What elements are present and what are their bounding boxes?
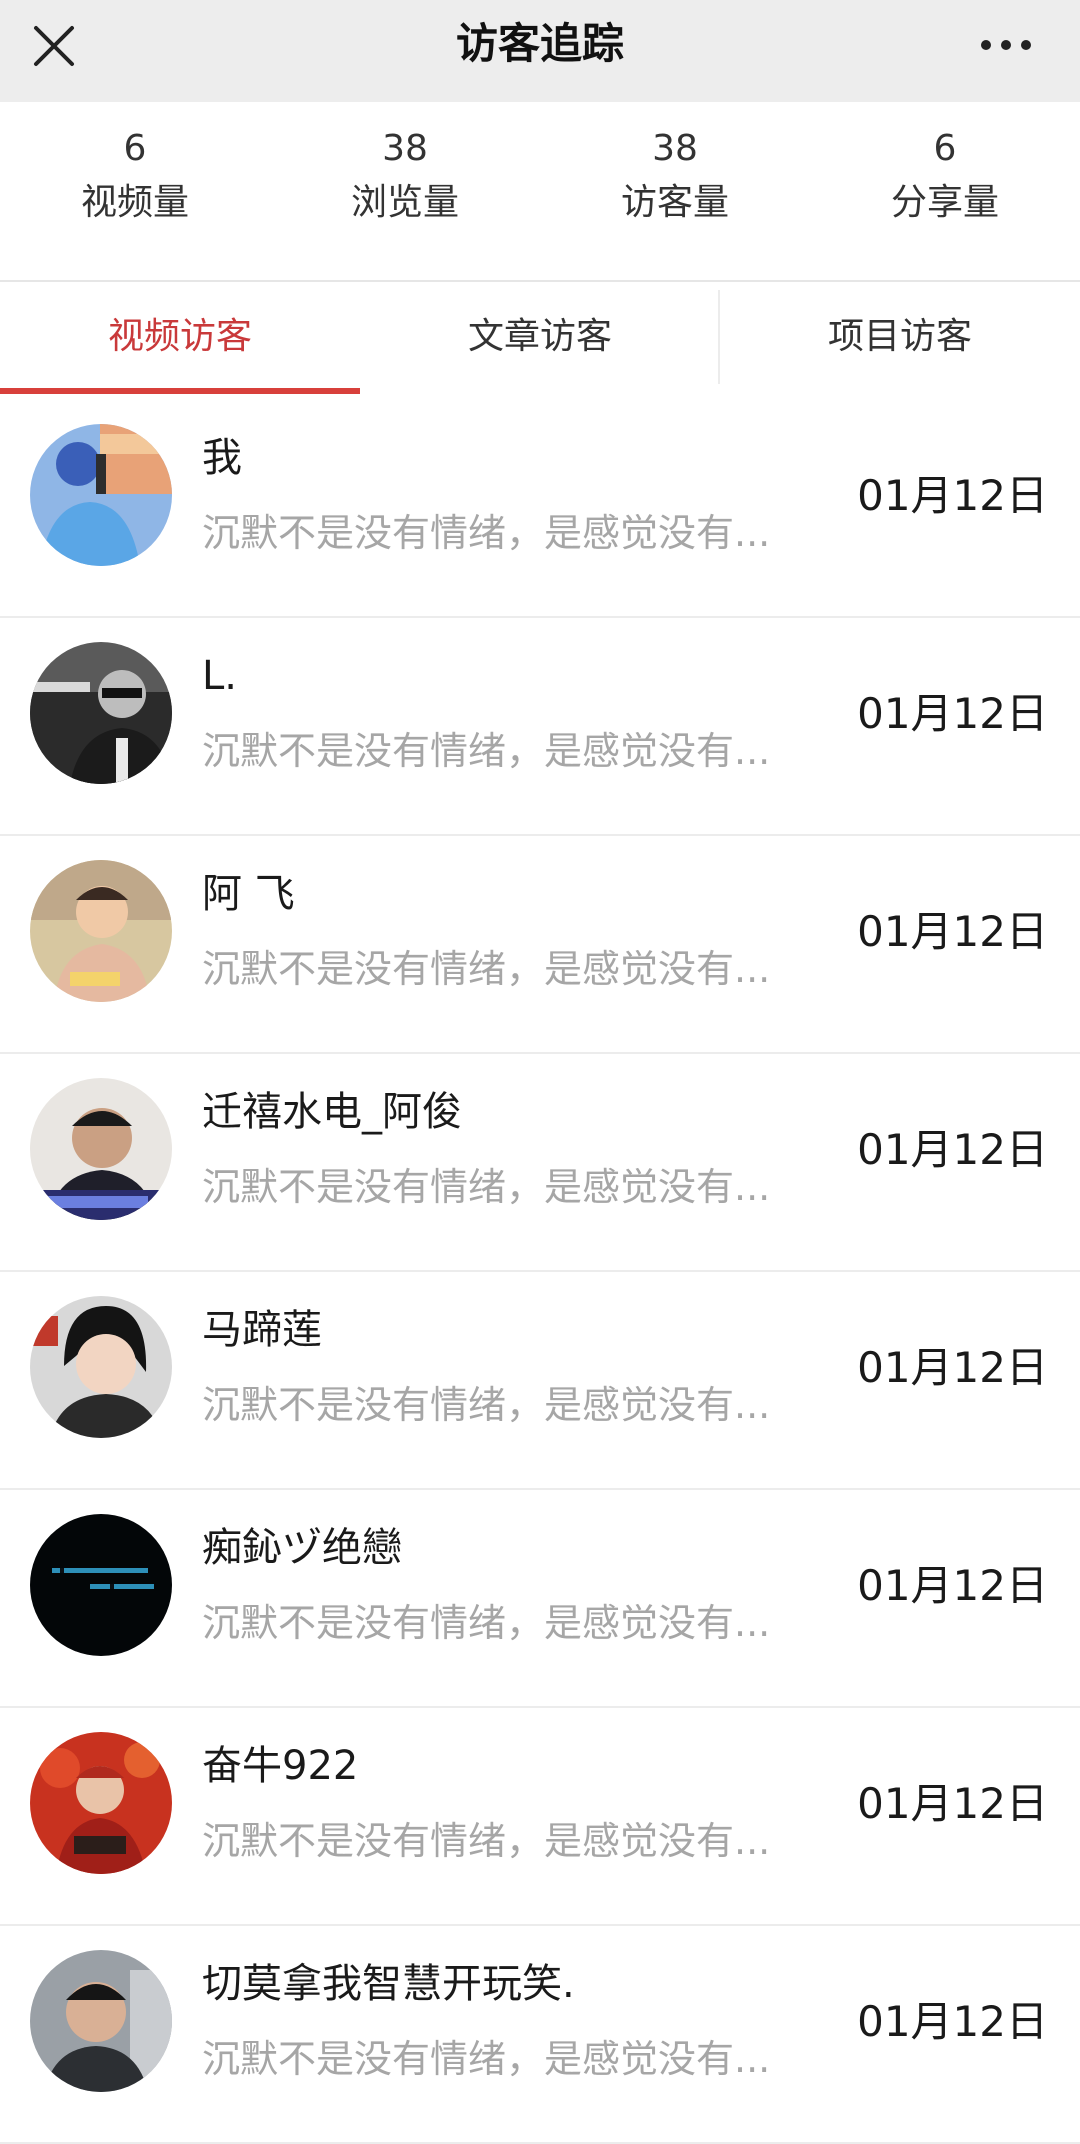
visitor-signature: 沉默不是没有情绪，是感觉没有... xyxy=(202,2037,771,2081)
visitor-row[interactable]: 痴鈊ヅ绝戀 沉默不是没有情绪，是感觉没有... 01月12日 xyxy=(0,1490,1080,1708)
visitor-name: 我 xyxy=(202,435,242,481)
tab-article-visitors[interactable]: 文章访客 xyxy=(360,282,720,394)
visitor-signature: 沉默不是没有情绪，是感觉没有... xyxy=(202,1165,771,1209)
stat-label: 浏览量 xyxy=(350,182,459,223)
visit-date: 01月12日 xyxy=(857,1779,1048,1828)
avatar xyxy=(30,1296,172,1438)
more-options-icon[interactable] xyxy=(978,22,1034,68)
visit-date: 01月12日 xyxy=(857,1561,1048,1610)
visitor-name: 奋牛922 xyxy=(202,1743,359,1789)
visitor-name: L. xyxy=(202,653,237,699)
visitor-row[interactable]: 马蹄莲 沉默不是没有情绪，是感觉没有... 01月12日 xyxy=(0,1272,1080,1490)
visitor-name: 痴鈊ヅ绝戀 xyxy=(202,1525,402,1571)
visitor-row[interactable]: 阿 飞 沉默不是没有情绪，是感觉没有... 01月12日 xyxy=(0,836,1080,1054)
visitor-tabs: 视频访客 文章访客 项目访客 xyxy=(0,282,1080,394)
tab-divider xyxy=(718,290,720,384)
avatar xyxy=(30,424,172,566)
visitor-name: 迁禧水电_阿俊 xyxy=(202,1089,462,1135)
stat-value: 38 xyxy=(382,128,428,169)
visitor-signature: 沉默不是没有情绪，是感觉没有... xyxy=(202,1819,771,1863)
visitor-name: 马蹄莲 xyxy=(202,1307,322,1353)
stat-visitor-count: 38 访客量 xyxy=(540,102,810,280)
visitor-name: 阿 飞 xyxy=(202,871,295,917)
page-title: 访客追踪 xyxy=(455,19,624,68)
visit-date: 01月12日 xyxy=(857,907,1048,956)
avatar xyxy=(30,642,172,784)
stat-value: 6 xyxy=(933,128,957,169)
visit-date: 01月12日 xyxy=(857,1343,1048,1392)
visitor-signature: 沉默不是没有情绪，是感觉没有... xyxy=(202,729,771,773)
avatar xyxy=(30,1950,172,2092)
visitor-signature: 沉默不是没有情绪，是感觉没有... xyxy=(202,1383,771,1427)
visitor-row[interactable]: 切莫拿我智慧开玩笑. 沉默不是没有情绪，是感觉没有... 01月12日 xyxy=(0,1926,1080,2144)
stat-video-count: 6 视频量 xyxy=(0,102,270,280)
visitor-name: 切莫拿我智慧开玩笑. xyxy=(202,1961,575,2007)
visitor-signature: 沉默不是没有情绪，是感觉没有... xyxy=(202,511,771,555)
top-bar: 访客追踪 xyxy=(0,0,1080,102)
stat-label: 视频量 xyxy=(80,182,189,223)
visitor-signature: 沉默不是没有情绪，是感觉没有... xyxy=(202,947,771,991)
avatar xyxy=(30,1732,172,1874)
stat-value: 38 xyxy=(652,128,698,169)
stat-label: 分享量 xyxy=(890,182,999,223)
avatar xyxy=(30,1514,172,1656)
visit-date: 01月12日 xyxy=(857,1997,1048,2046)
visit-date: 01月12日 xyxy=(857,471,1048,520)
stat-value: 6 xyxy=(123,128,147,169)
visit-date: 01月12日 xyxy=(857,1125,1048,1174)
avatar xyxy=(30,1078,172,1220)
visitor-row[interactable]: 奋牛922 沉默不是没有情绪，是感觉没有... 01月12日 xyxy=(0,1708,1080,1926)
stat-share-count: 6 分享量 xyxy=(810,102,1080,280)
visit-date: 01月12日 xyxy=(857,689,1048,738)
avatar xyxy=(30,860,172,1002)
visitor-row[interactable]: L. 沉默不是没有情绪，是感觉没有... 01月12日 xyxy=(0,618,1080,836)
stat-view-count: 38 浏览量 xyxy=(270,102,540,280)
tab-video-visitors[interactable]: 视频访客 xyxy=(0,282,360,394)
visitor-row[interactable]: 迁禧水电_阿俊 沉默不是没有情绪，是感觉没有... 01月12日 xyxy=(0,1054,1080,1272)
visitor-list: 我 沉默不是没有情绪，是感觉没有... 01月12日 L. 沉默不是没有情绪，是… xyxy=(0,400,1080,2144)
tab-project-visitors[interactable]: 项目访客 xyxy=(720,282,1080,394)
stats-summary: 6 视频量 38 浏览量 38 访客量 6 分享量 xyxy=(0,102,1080,282)
visitor-row[interactable]: 我 沉默不是没有情绪，是感觉没有... 01月12日 xyxy=(0,400,1080,618)
visitor-signature: 沉默不是没有情绪，是感觉没有... xyxy=(202,1601,771,1645)
stat-label: 访客量 xyxy=(620,182,729,223)
